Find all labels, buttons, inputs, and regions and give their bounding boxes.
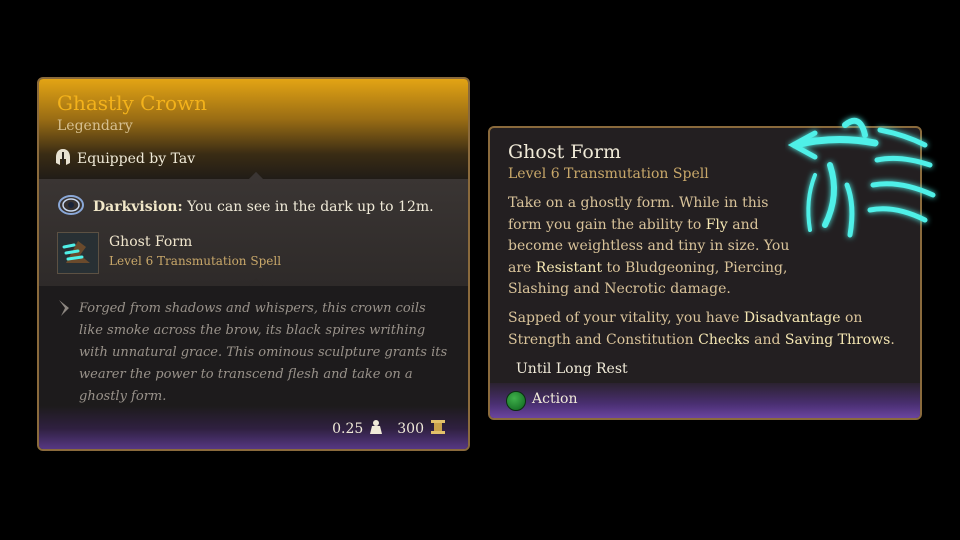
item-weight: 0.25 <box>332 420 364 437</box>
granted-spell-name: Ghost Form <box>109 234 193 250</box>
ghost-form-art-icon <box>787 117 936 238</box>
granted-spell[interactable]: Ghost Form Level 6 Transmutation Spell <box>57 232 281 274</box>
equipped-by: Equipped by Tav <box>55 148 195 170</box>
item-rarity: Legendary <box>57 118 133 134</box>
darkvision-passive[interactable]: Darkvision: You can see in the dark up t… <box>57 193 434 221</box>
item-header: Ghastly Crown Legendary Equipped by Tav <box>39 79 468 187</box>
darkvision-eye-icon <box>57 193 85 221</box>
item-value: 300 <box>397 420 424 437</box>
gold-icon <box>430 419 446 439</box>
spell-footer: Action <box>490 383 920 418</box>
darkvision-name: Darkvision: <box>93 199 183 215</box>
ghost-form-spell-icon <box>57 232 99 274</box>
helmet-icon <box>55 148 71 170</box>
quill-icon <box>57 298 71 322</box>
spell-title: Ghost Form <box>508 141 621 163</box>
granted-spell-level: Level 6 Transmutation Spell <box>109 254 282 268</box>
item-properties: Darkvision: You can see in the dark up t… <box>39 179 468 294</box>
keyword-saving-throws[interactable]: Saving Throws <box>785 332 890 348</box>
weight-icon <box>369 419 383 439</box>
action-label: Action <box>532 391 578 407</box>
keyword-resistant[interactable]: Resistant <box>536 260 602 276</box>
keyword-fly[interactable]: Fly <box>706 217 728 233</box>
spell-subtitle: Level 6 Transmutation Spell <box>508 166 709 182</box>
item-footer: 0.25 300 <box>39 406 468 449</box>
item-tooltip: Ghastly Crown Legendary Equipped by Tav <box>37 77 470 451</box>
item-name: Ghastly Crown <box>57 91 208 115</box>
action-icon <box>506 391 526 411</box>
spell-duration: Until Long Rest <box>516 361 628 377</box>
item-description-section: Forged from shadows and whispers, this c… <box>39 286 468 406</box>
spell-description: Take on a ghostly form. While in this fo… <box>508 195 790 297</box>
spell-drawback: Sapped of your vitality, you have Disadv… <box>508 310 895 348</box>
equipped-by-label: Equipped by Tav <box>77 151 196 167</box>
item-description: Forged from shadows and whispers, this c… <box>79 301 448 404</box>
keyword-disadvantage[interactable]: Disadvantage <box>744 310 841 326</box>
keyword-checks[interactable]: Checks <box>698 332 750 348</box>
darkvision-text: You can see in the dark up to 12m. <box>182 199 434 215</box>
